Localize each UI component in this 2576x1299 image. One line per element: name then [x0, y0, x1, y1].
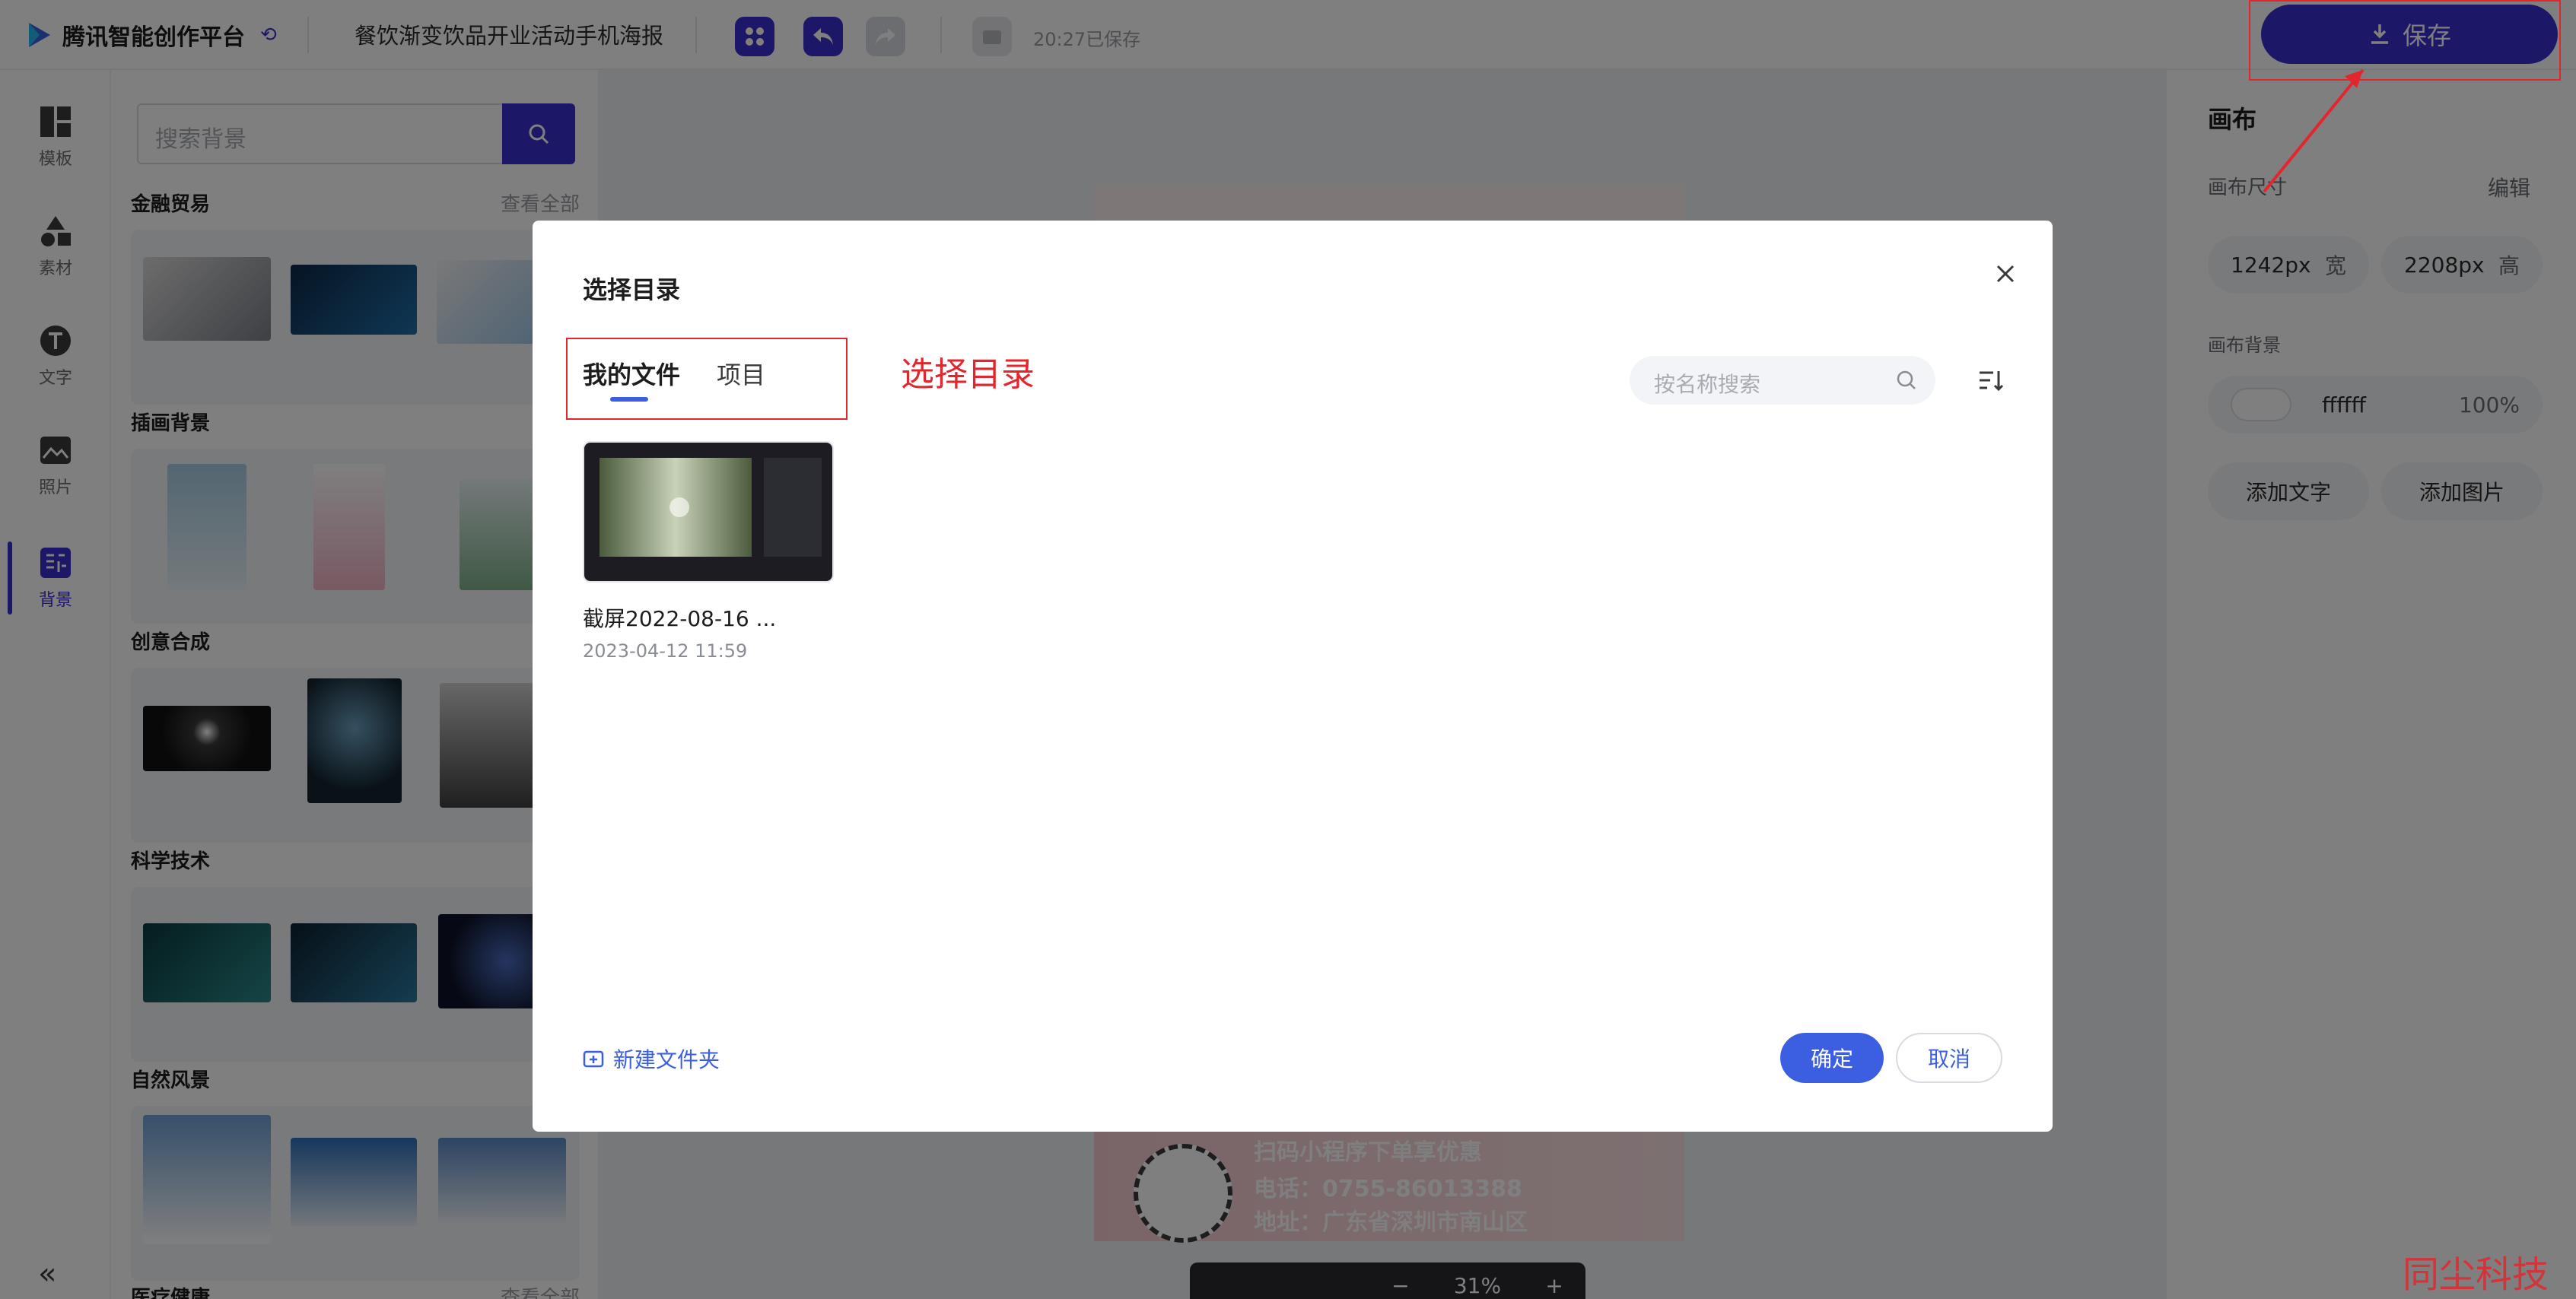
- thumbnail-sidebar: [764, 458, 822, 557]
- watermark: 同尘科技: [2403, 1253, 2549, 1296]
- search-icon[interactable]: [1894, 368, 1919, 395]
- close-button[interactable]: [1986, 254, 2025, 294]
- play-icon: [669, 497, 689, 517]
- file-name: 截屏2022-08-16 ...: [583, 606, 777, 631]
- file-item[interactable]: 截屏2022-08-16 ... 2023-04-12 11:59: [583, 441, 837, 662]
- new-folder-icon: [583, 1050, 604, 1068]
- file-search-input[interactable]: 按名称搜索: [1630, 356, 1935, 405]
- tab-my-files[interactable]: 我的文件: [583, 356, 680, 391]
- annotation-box: [2249, 0, 2561, 81]
- file-date: 2023-04-12 11:59: [583, 640, 748, 662]
- file-thumbnail: [583, 441, 834, 583]
- confirm-button[interactable]: 确定: [1780, 1033, 1884, 1083]
- new-folder-button[interactable]: 新建文件夹: [583, 1043, 720, 1074]
- cancel-button[interactable]: 取消: [1896, 1033, 2002, 1083]
- sort-icon[interactable]: [1975, 365, 2005, 399]
- close-icon: [1996, 265, 2015, 283]
- tab-projects[interactable]: 项目: [717, 356, 765, 391]
- annotation-label: 选择目录: [901, 355, 1035, 394]
- active-tab-indicator: [610, 397, 648, 402]
- select-directory-dialog: 选择目录 我的文件 项目 选择目录 按名称搜索 截屏2022-08-16 ...…: [533, 221, 2053, 1132]
- new-folder-label: 新建文件夹: [613, 1047, 720, 1072]
- dialog-title: 选择目录: [583, 275, 681, 304]
